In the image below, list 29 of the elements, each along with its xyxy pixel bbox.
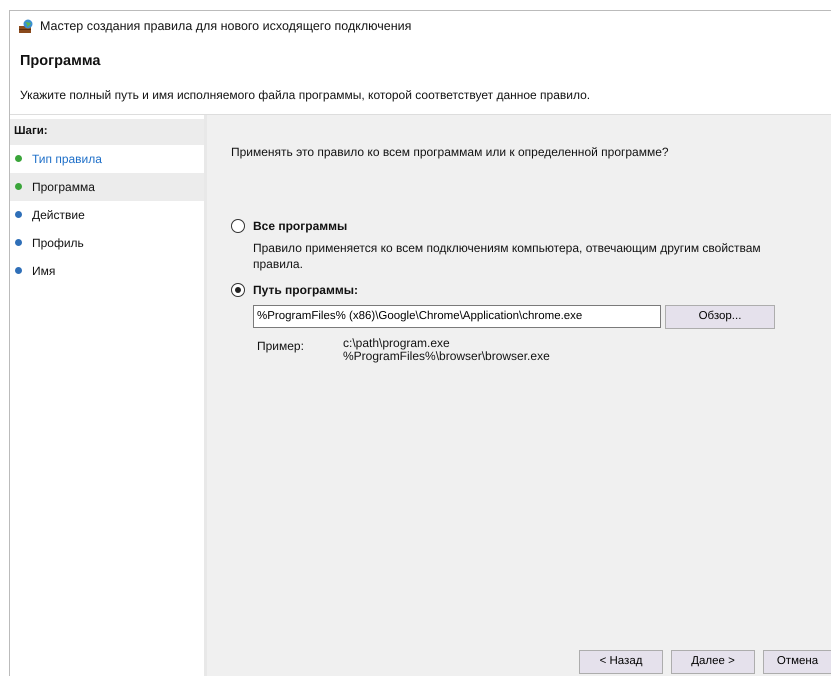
step-dot (15, 155, 22, 162)
firewall-icon (18, 18, 34, 34)
wizard-button[interactable]: < Назад (579, 650, 663, 674)
step-dot (15, 239, 22, 246)
browse-button[interactable]: Обзор... (665, 304, 775, 329)
page-heading: Программа (20, 53, 102, 70)
steps-heading: Шаги: (10, 119, 204, 145)
step-item[interactable]: Действие (10, 200, 204, 229)
wizard-button[interactable]: Далее > (671, 650, 755, 674)
option-description: Правило применяется ко всем подключениям компьютера, отвечающим другим свойствам правила. (253, 241, 762, 273)
radio-button[interactable] (231, 219, 245, 234)
step-item[interactable]: Имя (10, 256, 204, 285)
wizard-button[interactable]: Отмена (763, 650, 831, 674)
step-item[interactable]: Тип правила (10, 144, 204, 173)
step-dot (15, 267, 22, 274)
option-label[interactable]: Путь программы: (253, 280, 358, 299)
path-field[interactable]: %ProgramFiles% (x86)\Google\Chrome\Application\chrome.exe (253, 304, 661, 328)
page-description: Укажите полный путь и имя исполняемого файла программы, которой соответствует данное правило. (20, 87, 592, 104)
window-title: Мастер создания правила для нового исходящего подключения (40, 18, 412, 35)
step-dot (15, 183, 22, 190)
example-path: %ProgramFiles%\browser\browser.exe (343, 350, 550, 364)
step-item[interactable]: Профиль (10, 228, 204, 257)
option-label[interactable]: Все программы (253, 217, 348, 236)
example-label: Пример: (256, 338, 305, 355)
radio-button[interactable] (231, 282, 245, 297)
step-item[interactable]: Программа (10, 172, 204, 201)
example-path: c:\path\program.exe (343, 336, 451, 350)
question-text: Применять это правило ко всем программам или к определенной программе? (231, 144, 670, 162)
step-dot (15, 211, 22, 218)
